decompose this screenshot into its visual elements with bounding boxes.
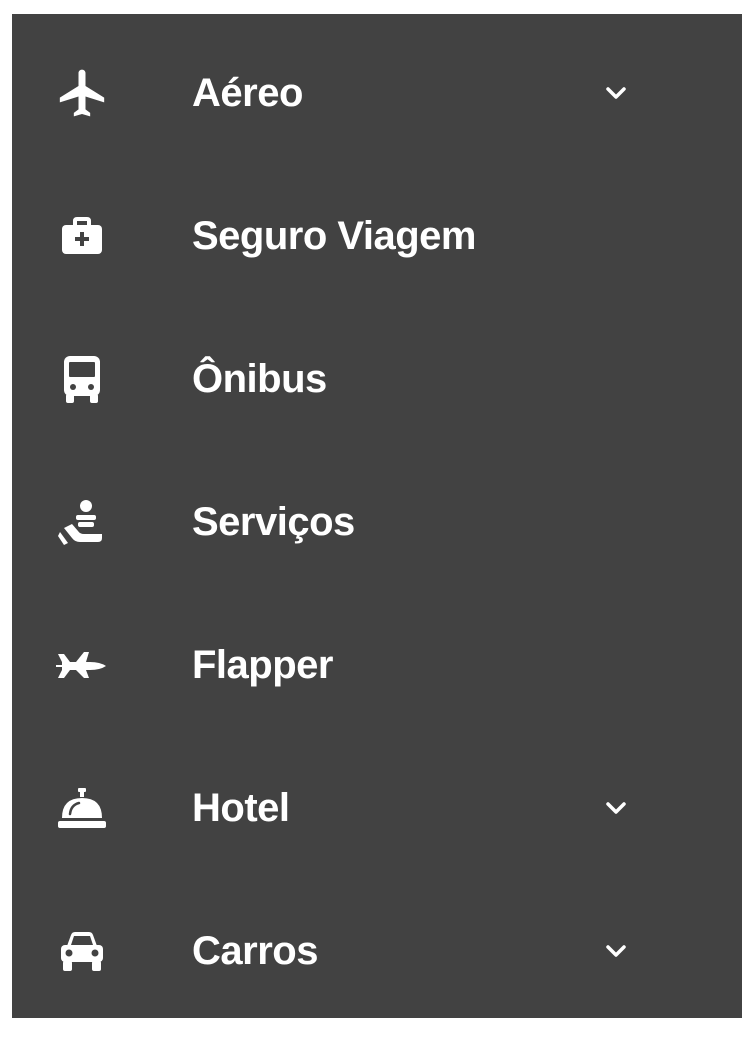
menu-item-label: Aéreo bbox=[192, 71, 303, 115]
menu-item-label: Serviços bbox=[192, 500, 355, 544]
airplane-icon bbox=[52, 63, 112, 123]
jet-icon bbox=[52, 635, 112, 695]
menu-item-seguro-viagem[interactable]: Seguro Viagem bbox=[12, 165, 742, 308]
menu-item-servicos[interactable]: Serviços bbox=[12, 451, 742, 594]
menu-item-label: Ônibus bbox=[192, 357, 327, 401]
menu-item-flapper[interactable]: Flapper bbox=[12, 594, 742, 737]
menu-item-onibus[interactable]: Ônibus bbox=[12, 308, 742, 451]
hand-service-icon bbox=[52, 492, 112, 552]
menu-item-label: Hotel bbox=[192, 786, 290, 830]
menu-item-label: Carros bbox=[192, 929, 318, 973]
medical-briefcase-icon bbox=[52, 206, 112, 266]
menu-item-carros[interactable]: Carros bbox=[12, 880, 742, 1023]
side-menu: Aéreo Seguro Viagem Ônibus Serviços Flap… bbox=[12, 14, 742, 1018]
chevron-down-icon[interactable] bbox=[604, 941, 628, 961]
concierge-bell-icon bbox=[52, 778, 112, 838]
chevron-down-icon[interactable] bbox=[604, 83, 628, 103]
chevron-down-icon[interactable] bbox=[604, 798, 628, 818]
bus-icon bbox=[52, 349, 112, 409]
menu-item-label: Flapper bbox=[192, 643, 333, 687]
menu-item-label: Seguro Viagem bbox=[192, 214, 476, 258]
menu-item-hotel[interactable]: Hotel bbox=[12, 737, 742, 880]
car-icon bbox=[52, 921, 112, 981]
menu-item-aereo[interactable]: Aéreo bbox=[12, 22, 742, 165]
